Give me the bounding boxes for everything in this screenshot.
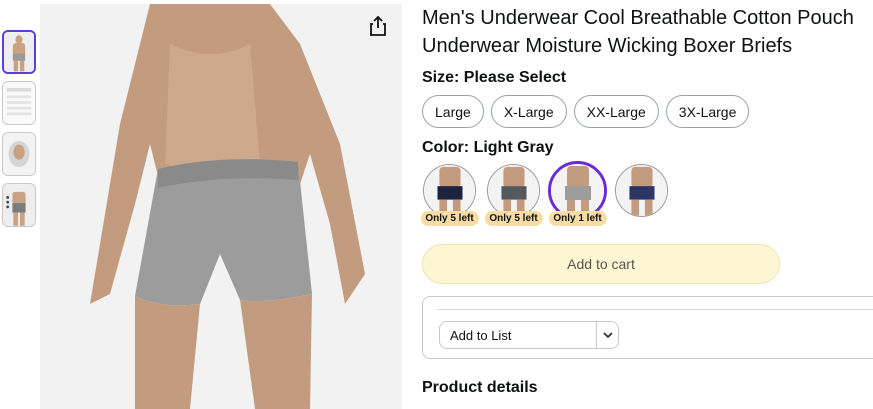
stock-badge: Only 5 left bbox=[420, 211, 479, 226]
product-details-heading: Product details bbox=[422, 379, 538, 396]
product-panel: Men's Underwear Cool Breathable Cotton P… bbox=[420, 4, 873, 397]
add-to-list-label: Add to List bbox=[450, 327, 512, 343]
size-option-large[interactable]: Large bbox=[422, 95, 484, 128]
color-swatch-navy[interactable]: Only 5 left bbox=[420, 164, 479, 234]
color-swatch-light-gray[interactable]: Only 1 left bbox=[548, 161, 607, 234]
thumbnail-list bbox=[2, 30, 38, 234]
chevron-down-icon[interactable] bbox=[596, 322, 618, 348]
thumbnail-model-front[interactable] bbox=[2, 30, 36, 74]
swatch-image bbox=[615, 164, 668, 217]
thumbnail-model-back[interactable] bbox=[2, 183, 36, 227]
color-label-row: Color: Light Gray bbox=[422, 139, 873, 157]
swatch-image bbox=[487, 164, 540, 217]
size-options: Large X-Large XX-Large 3X-Large bbox=[422, 95, 873, 128]
color-swatch-navy-blue[interactable] bbox=[614, 164, 669, 234]
main-product-image[interactable] bbox=[40, 4, 402, 409]
add-to-cart-button[interactable]: Add to cart bbox=[422, 244, 780, 284]
size-label: Size: bbox=[422, 69, 460, 86]
thumbnail-size-chart[interactable] bbox=[2, 81, 36, 125]
size-option-3x-large[interactable]: 3X-Large bbox=[665, 95, 750, 128]
stock-badge: Only 5 left bbox=[484, 211, 543, 226]
color-label: Color: bbox=[422, 139, 470, 156]
color-swatches: Only 5 left Only 5 left Only 1 left bbox=[420, 161, 873, 234]
size-option-x-large[interactable]: X-Large bbox=[490, 95, 567, 128]
stock-badge: Only 1 left bbox=[548, 211, 607, 226]
size-selected-value: Please Select bbox=[463, 69, 567, 86]
divider bbox=[437, 309, 873, 310]
add-to-list-dropdown[interactable]: Add to List bbox=[439, 321, 619, 349]
product-title-line-1: Men's Underwear Cool Breathable Cotton P… bbox=[422, 7, 854, 29]
color-selected-value: Light Gray bbox=[473, 139, 554, 156]
size-option-xx-large[interactable]: XX-Large bbox=[573, 95, 659, 128]
product-title-line-2: Underwear Moisture Wicking Boxer Briefs bbox=[422, 35, 793, 57]
share-button[interactable] bbox=[364, 12, 392, 40]
share-icon bbox=[370, 16, 386, 36]
add-to-list-box: Add to List bbox=[422, 296, 873, 359]
size-label-row: Size: Please Select bbox=[422, 69, 873, 87]
color-swatch-dark-gray[interactable]: Only 5 left bbox=[484, 164, 543, 234]
thumbnail-detail[interactable] bbox=[2, 132, 36, 176]
swatch-image bbox=[423, 164, 476, 217]
